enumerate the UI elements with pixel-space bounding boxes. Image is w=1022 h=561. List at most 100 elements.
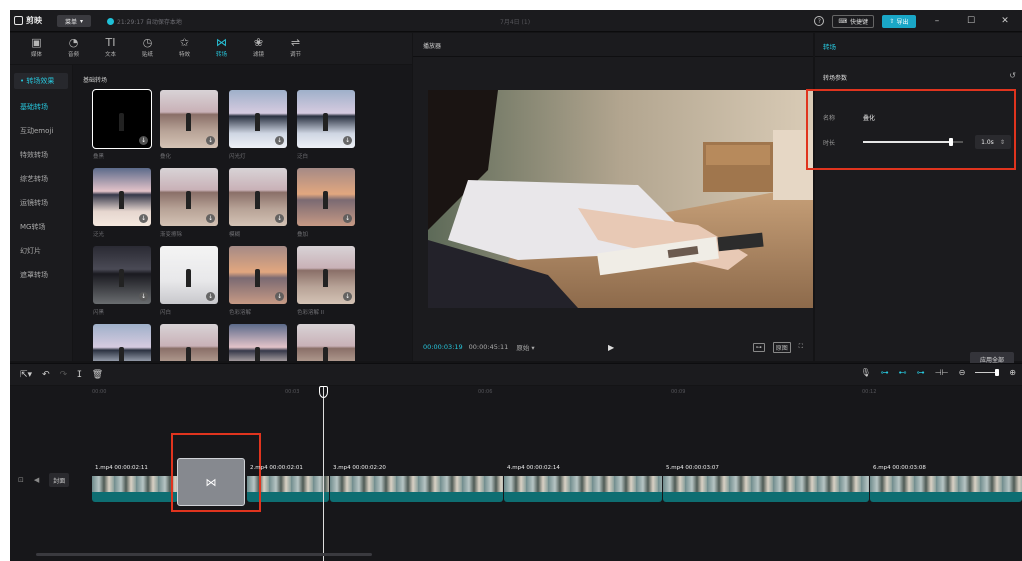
download-icon[interactable]: ↓ bbox=[275, 214, 284, 223]
tab-effects[interactable]: ✩ 特效 bbox=[170, 33, 199, 58]
timeline-clip[interactable]: 4.mp4 00:00:02:14 bbox=[504, 464, 662, 502]
timeline-clip[interactable]: 1.mp4 00:00:02:11 bbox=[92, 464, 178, 502]
delete-icon[interactable]: 🗑 bbox=[92, 370, 103, 380]
category-item[interactable]: 综艺转场 bbox=[10, 167, 72, 191]
close-icon[interactable]: ✕ bbox=[992, 16, 1018, 26]
transition-thumbnail[interactable] bbox=[297, 324, 355, 361]
timeline-clip[interactable]: 6.mp4 00:00:03:08 bbox=[870, 464, 1022, 502]
category-item[interactable]: MG转场 bbox=[10, 215, 72, 239]
tab-sticker[interactable]: ◷ 贴纸 bbox=[133, 33, 162, 58]
transition-thumbnail[interactable]: ↓ bbox=[160, 246, 218, 304]
app-logo: 剪映 bbox=[14, 15, 42, 26]
ruler-tick: 00:00 bbox=[92, 389, 107, 395]
zoom-out-icon[interactable]: ⊖ bbox=[959, 368, 966, 377]
timeline-clip[interactable]: 3.mp4 00:00:02:20 bbox=[330, 464, 503, 502]
download-icon[interactable]: ↓ bbox=[343, 136, 352, 145]
waveform-icon[interactable]: ⊶ bbox=[752, 342, 765, 352]
transition-thumbnail[interactable]: ↓ bbox=[92, 89, 152, 149]
category-item[interactable]: 遮罩转场 bbox=[10, 263, 72, 287]
download-icon[interactable]: ↓ bbox=[139, 214, 148, 223]
menu-button[interactable]: 菜单 ▾ bbox=[57, 15, 91, 27]
tab-audio[interactable]: ◔ 音频 bbox=[59, 33, 88, 58]
ratio-select[interactable]: 原始 ▾ bbox=[516, 342, 534, 352]
transition-category-list: • 转场效果 基础转场 互动emoji 特效转场 综艺转场 运镜转场 MG转场 幻灯片 遮罩转… bbox=[10, 65, 72, 361]
zoom-slider[interactable] bbox=[975, 368, 1000, 376]
transition-thumbnail[interactable]: ↓ bbox=[93, 168, 151, 226]
snap-icon[interactable]: ⊷ bbox=[899, 368, 907, 377]
track-lock-icon[interactable]: ⊡ bbox=[18, 476, 24, 484]
download-icon[interactable]: ↓ bbox=[343, 292, 352, 301]
playhead-handle[interactable] bbox=[319, 386, 328, 398]
redo-icon[interactable]: ↷ bbox=[60, 370, 68, 380]
download-icon[interactable]: ↓ bbox=[343, 214, 352, 223]
category-item[interactable]: 运镜转场 bbox=[10, 191, 72, 215]
undo-icon[interactable]: ↶ bbox=[42, 370, 50, 380]
tab-filter[interactable]: ❀ 滤镜 bbox=[244, 33, 273, 58]
playhead[interactable] bbox=[319, 386, 328, 561]
transition-thumbnail[interactable]: ↓ bbox=[297, 246, 355, 304]
zoom-knob[interactable] bbox=[995, 368, 1000, 376]
thumbnail-figure bbox=[118, 113, 124, 132]
tab-media[interactable]: ▣ 媒体 bbox=[22, 33, 51, 58]
select-tool-icon[interactable]: ⇱▾ bbox=[20, 370, 32, 380]
clip-audio-bar bbox=[663, 492, 869, 502]
transition-thumbnail[interactable]: ↓ bbox=[229, 168, 287, 226]
help-icon[interactable]: ? bbox=[814, 16, 825, 26]
video-preview[interactable] bbox=[428, 90, 813, 308]
category-item[interactable]: 基础转场 bbox=[10, 95, 72, 119]
zoom-in-icon[interactable]: ⊕ bbox=[1009, 368, 1016, 377]
track-header: ⊡ ◀ 封面 bbox=[18, 473, 70, 487]
minimize-icon[interactable]: – bbox=[924, 16, 950, 26]
transition-thumbnail[interactable] bbox=[160, 324, 218, 361]
link-icon[interactable]: ⊶ bbox=[917, 368, 925, 377]
microphone-icon[interactable]: 🎙 bbox=[861, 368, 871, 377]
transition-thumbnail[interactable] bbox=[229, 324, 287, 361]
track-audio-icon[interactable]: ◀ bbox=[34, 476, 39, 484]
thumbnail-figure bbox=[322, 347, 328, 361]
cover-button[interactable]: 封面 bbox=[49, 473, 70, 487]
transition-thumbnail[interactable]: ↓ bbox=[229, 90, 287, 148]
download-icon[interactable]: ↓ bbox=[275, 136, 284, 145]
tool-label: 文本 bbox=[104, 52, 116, 58]
thumbnail-figure bbox=[322, 191, 328, 210]
transition-thumbnail[interactable]: ↓ bbox=[160, 90, 218, 148]
clip-label: 1.mp4 00:00:02:11 bbox=[95, 465, 148, 471]
category-item[interactable]: 互动emoji bbox=[10, 119, 72, 143]
play-icon[interactable]: ▶ bbox=[608, 343, 614, 352]
timeline-clip[interactable]: 5.mp4 00:00:03:07 bbox=[663, 464, 869, 502]
download-icon[interactable]: ↓ bbox=[139, 292, 148, 301]
tab-transition[interactable]: 转场 bbox=[815, 33, 1022, 57]
download-icon[interactable]: ↓ bbox=[139, 136, 148, 145]
transition-thumbnail[interactable]: ↓ bbox=[297, 168, 355, 226]
title-bar: 剪映 菜单 ▾ 21:29:17 自动保存本地 7月4日 (1) ? ⌨ 快捷键… bbox=[10, 10, 1022, 32]
preview-axis-icon[interactable]: ⊣⊢ bbox=[935, 368, 949, 377]
tab-transition[interactable]: ⋈ 转场 bbox=[207, 33, 236, 58]
cloud-status-icon bbox=[107, 18, 114, 25]
transition-thumbnail[interactable] bbox=[93, 324, 151, 361]
split-icon[interactable]: ⵊ bbox=[77, 370, 82, 380]
category-item[interactable]: 幻灯片 bbox=[10, 239, 72, 263]
category-header[interactable]: • 转场效果 bbox=[14, 73, 68, 89]
transition-thumbnail[interactable]: ↓ bbox=[297, 90, 355, 148]
transition-thumbnail[interactable]: ↓ bbox=[229, 246, 287, 304]
link-main-track-icon[interactable]: ⊶ bbox=[881, 368, 889, 377]
tab-text[interactable]: TI 文本 bbox=[96, 33, 125, 58]
download-icon[interactable]: ↓ bbox=[206, 136, 215, 145]
time-ruler[interactable]: 00:00 00:03 00:06 00:09 00:12 bbox=[10, 386, 1022, 402]
export-button[interactable]: ⇧ 导出 bbox=[882, 14, 916, 28]
thumbnail-figure bbox=[254, 113, 260, 132]
download-icon[interactable]: ↓ bbox=[275, 292, 284, 301]
original-button[interactable]: 原图 bbox=[772, 341, 791, 353]
download-icon[interactable]: ↓ bbox=[206, 214, 215, 223]
shortcut-button[interactable]: ⌨ 快捷键 bbox=[832, 14, 874, 28]
category-item[interactable]: 特效转场 bbox=[10, 143, 72, 167]
reset-icon[interactable]: ↺ bbox=[1009, 71, 1016, 80]
horizontal-scrollbar[interactable] bbox=[36, 553, 372, 556]
transition-thumbnail[interactable]: ↓ bbox=[160, 168, 218, 226]
maximize-icon[interactable]: ☐ bbox=[958, 16, 984, 26]
download-icon[interactable]: ↓ bbox=[206, 292, 215, 301]
grid-title: 基础转场 bbox=[83, 77, 108, 84]
transition-thumbnail[interactable]: ↓ bbox=[93, 246, 151, 304]
tab-adjust[interactable]: ⇌ 调节 bbox=[281, 33, 310, 58]
fullscreen-icon[interactable]: ⛶ bbox=[799, 343, 803, 351]
